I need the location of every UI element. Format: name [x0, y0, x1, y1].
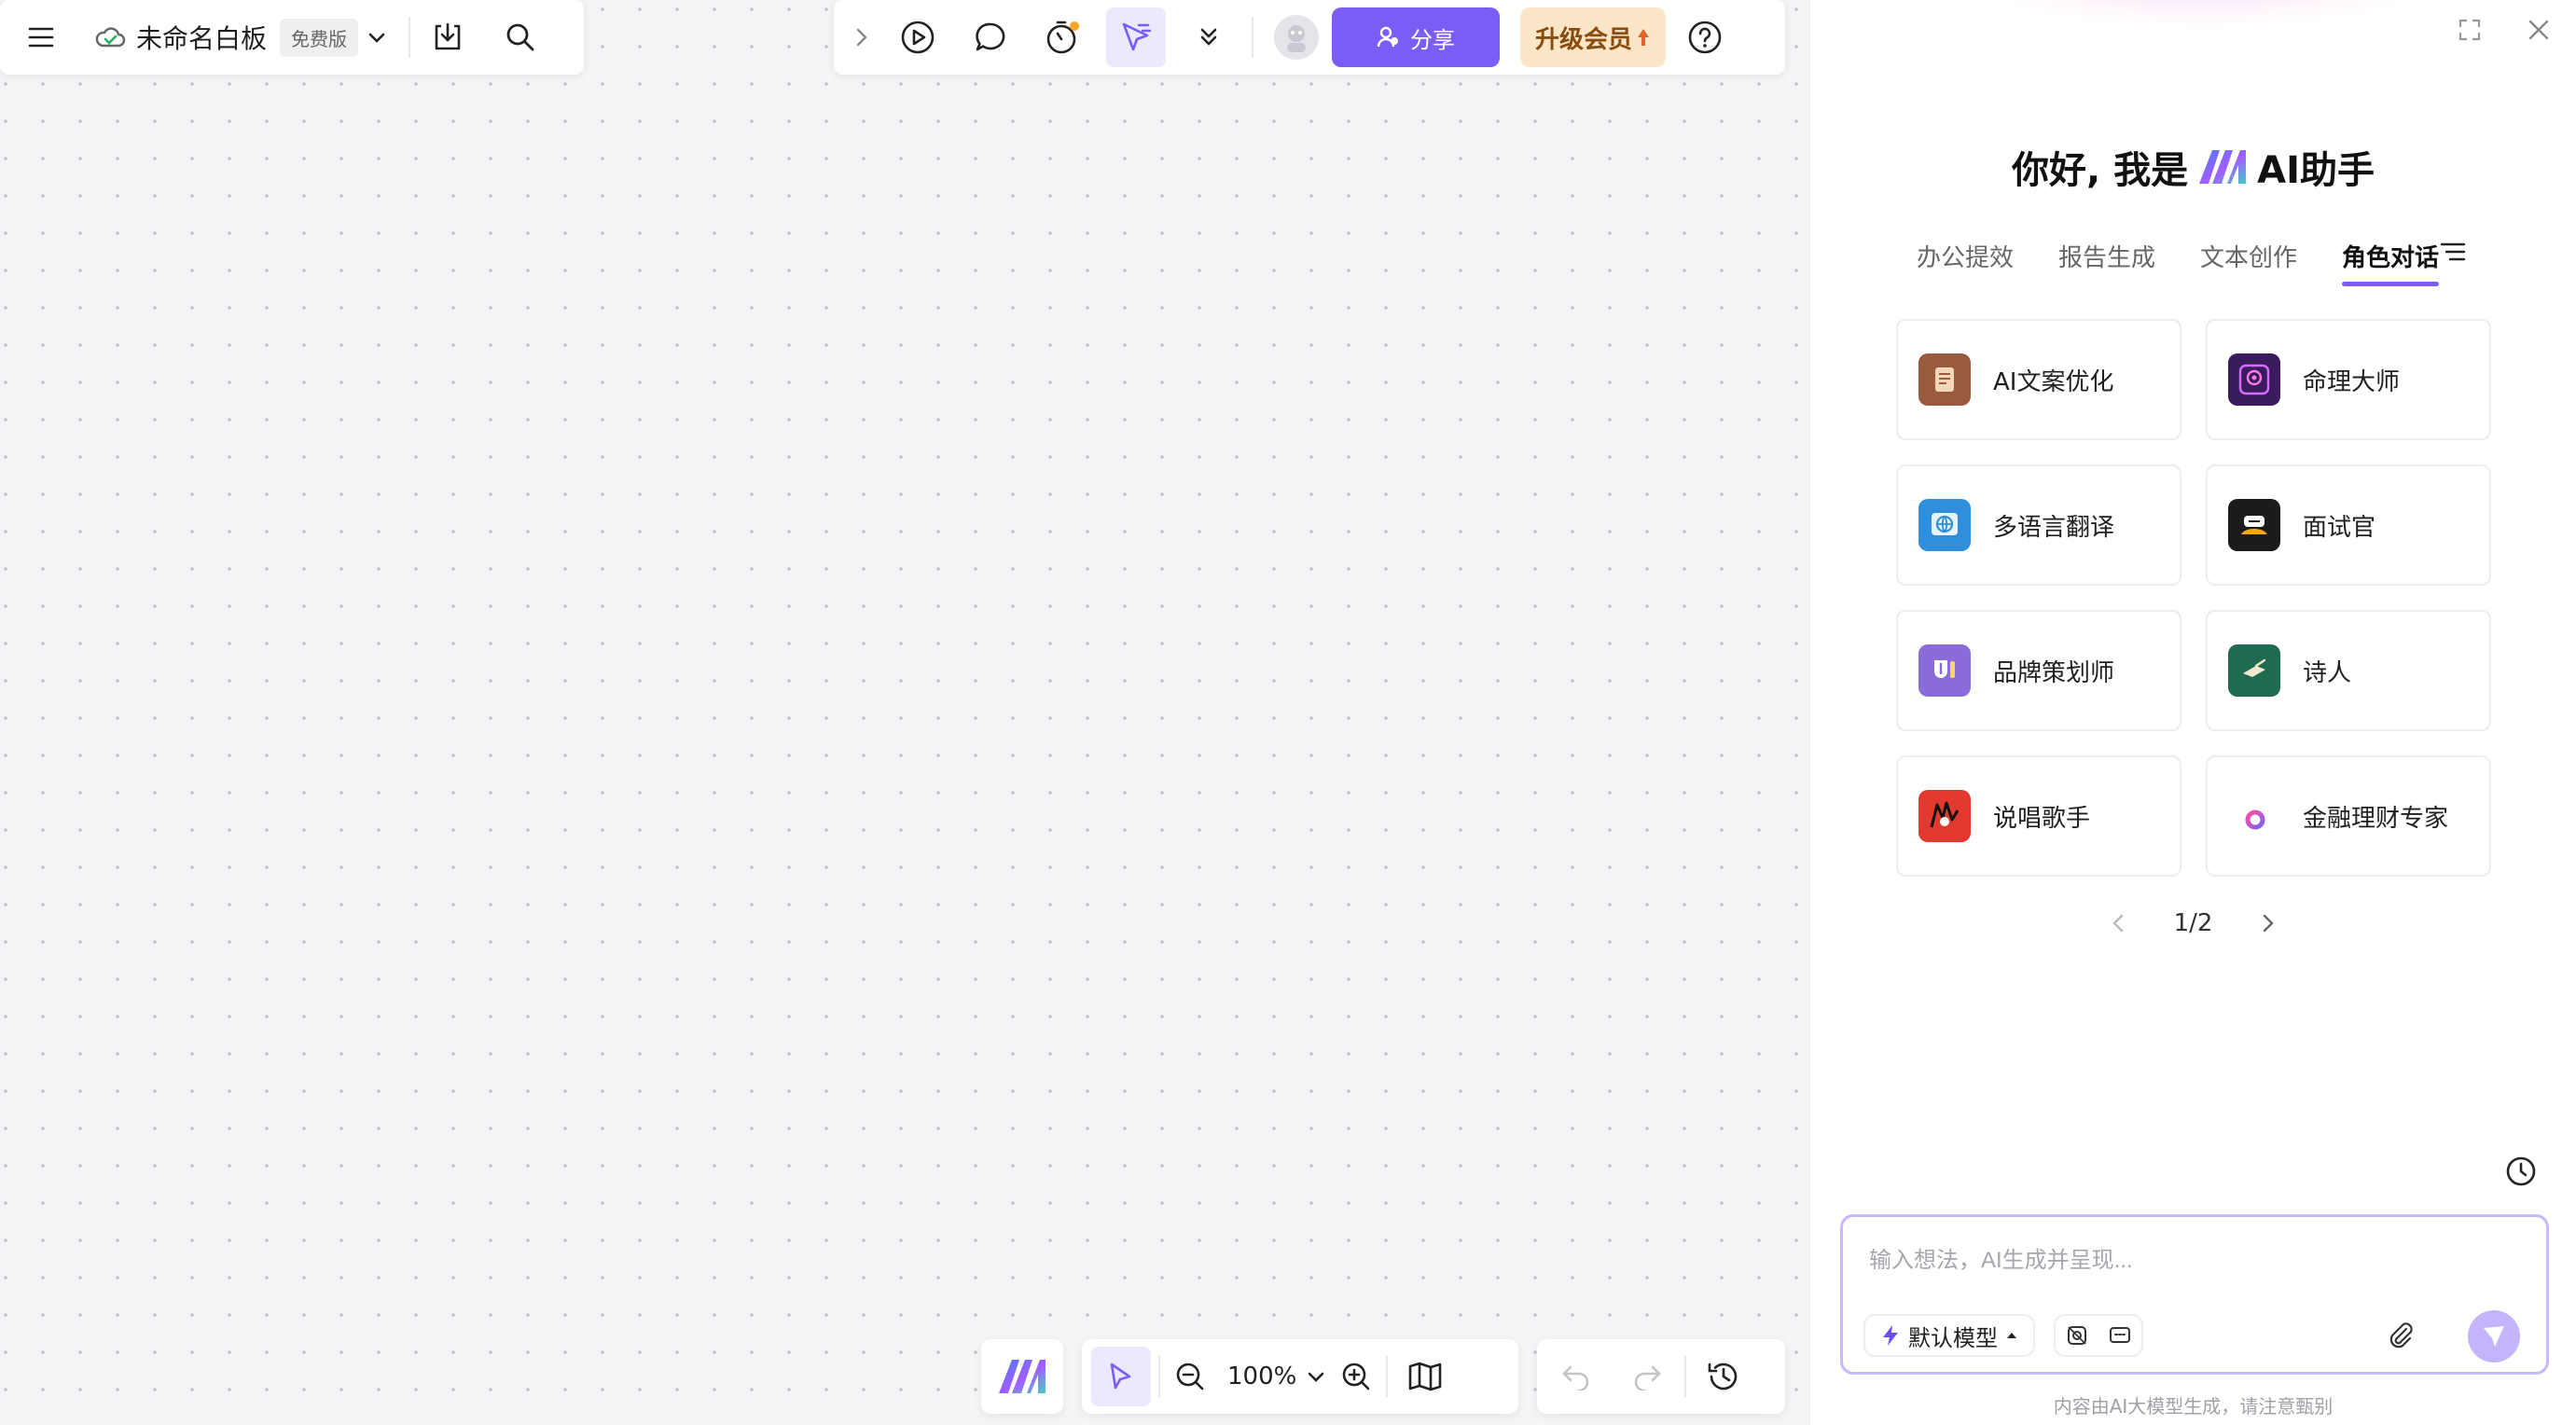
copywriting-icon — [1918, 353, 1971, 406]
share-button[interactable]: 分享 — [1332, 7, 1500, 67]
role-card-grid: AI文案优化 命理大师 多语言翻译 面试官 品牌策划师 诗人 说唱歌手 金融理财… — [1896, 319, 2491, 877]
role-card-label: 诗人 — [2303, 658, 2352, 687]
image-recognize-icon[interactable] — [2065, 1323, 2089, 1348]
upgrade-button[interactable]: 升级会员 — [1520, 7, 1666, 67]
role-card-label: AI文案优化 — [1993, 367, 2114, 396]
page-indicator: 1/2 — [2173, 909, 2213, 937]
close-icon[interactable] — [2520, 11, 2557, 48]
paperclip-icon[interactable] — [2386, 1320, 2416, 1349]
file-toolbar: 未命名白板 免费版 — [0, 0, 584, 75]
chevron-down-icon[interactable] — [366, 26, 388, 48]
pagination: 1/2 — [1810, 906, 2576, 940]
ai-assistant-panel: 你好, 我是 AI助手 办公提效 报告生成 文本创作 角色对话 AI文案优化 命… — [1809, 0, 2576, 1425]
menu-icon[interactable] — [11, 7, 71, 67]
zoom-level: 100% — [1227, 1363, 1297, 1390]
role-card-label: 金融理财专家 — [2303, 804, 2449, 833]
divider — [1684, 1356, 1686, 1397]
tab-report[interactable]: 报告生成 — [2058, 239, 2155, 286]
role-card-copywriting[interactable]: AI文案优化 — [1896, 319, 2181, 440]
comment-icon[interactable] — [961, 7, 1020, 67]
send-icon — [2484, 1326, 2504, 1347]
finance-icon — [2228, 790, 2280, 842]
tab-role-chat[interactable]: 角色对话 — [2342, 239, 2440, 286]
divider — [1386, 1356, 1389, 1397]
tab-writing[interactable]: 文本创作 — [2200, 239, 2297, 286]
zoom-toolbar: 100% — [1082, 1339, 1518, 1414]
role-card-fortune[interactable]: 命理大师 — [2206, 319, 2491, 440]
chevron-down-icon[interactable] — [1306, 1366, 1326, 1387]
download-icon[interactable] — [418, 7, 478, 67]
select-tool-icon[interactable] — [1091, 1347, 1151, 1406]
tab-office[interactable]: 办公提效 — [1917, 239, 2014, 286]
present-icon[interactable] — [888, 7, 948, 67]
zoom-out-icon[interactable] — [1168, 1347, 1212, 1406]
divider — [1252, 17, 1253, 58]
ai-logo-button[interactable] — [981, 1339, 1063, 1414]
add-user-icon — [1377, 26, 1398, 48]
divider — [1158, 1356, 1160, 1397]
greeting-prefix: 你好, 我是 — [2012, 149, 2189, 192]
share-label: 分享 — [1410, 26, 1455, 53]
divider — [409, 17, 411, 58]
clock-icon[interactable] — [2502, 1153, 2540, 1190]
list-menu-icon[interactable] — [2439, 239, 2467, 267]
search-icon[interactable] — [491, 7, 550, 67]
document-title[interactable]: 未命名白板 — [136, 19, 267, 56]
cloud-saved-icon — [93, 24, 127, 50]
chevron-right-icon[interactable] — [2251, 906, 2285, 940]
role-card-label: 面试官 — [2303, 513, 2376, 542]
greeting-suffix: AI助手 — [2257, 149, 2375, 192]
message-icon[interactable] — [2108, 1323, 2132, 1348]
role-card-interviewer[interactable]: 面试官 — [2206, 464, 2491, 586]
caret-up-icon — [2007, 1333, 2016, 1338]
input-tools — [2054, 1314, 2143, 1357]
greeting: 你好, 我是 AI助手 — [1810, 140, 2576, 194]
chat-input[interactable] — [1869, 1241, 2522, 1279]
model-label: 默认模型 — [1908, 1324, 1998, 1351]
ai-disclaimer: 内容由AI大模型生成，请注意甄别 — [2053, 1395, 2334, 1418]
avatar[interactable] — [1274, 15, 1319, 60]
plan-badge: 免费版 — [280, 18, 359, 57]
history-toolbar — [1537, 1339, 1785, 1414]
zoom-in-icon[interactable] — [1334, 1347, 1378, 1406]
chevron-left-icon[interactable] — [2101, 906, 2135, 940]
redo-icon[interactable] — [1617, 1347, 1677, 1406]
role-card-brand[interactable]: 品牌策划师 — [1896, 610, 2181, 731]
role-card-poet[interactable]: 诗人 — [2206, 610, 2491, 731]
chat-input-box: 默认模型 — [1840, 1214, 2549, 1375]
ai-logo-icon — [2199, 150, 2247, 184]
lightning-icon — [1883, 1325, 1898, 1346]
poet-icon — [2228, 644, 2280, 697]
brand-icon — [1918, 644, 1971, 697]
chevron-right-icon[interactable] — [843, 7, 880, 67]
category-tabs: 办公提效 报告生成 文本创作 角色对话 — [1917, 239, 2440, 286]
role-card-label: 品牌策划师 — [1993, 658, 2115, 687]
undo-icon[interactable] — [1546, 1347, 1606, 1406]
timer-icon[interactable] — [1033, 7, 1093, 67]
collab-toolbar: 分享 升级会员 — [834, 0, 1785, 75]
version-history-icon[interactable] — [1694, 1347, 1753, 1406]
role-card-rapper[interactable]: 说唱歌手 — [1896, 755, 2181, 877]
role-card-label: 命理大师 — [2303, 367, 2401, 396]
role-card-finance[interactable]: 金融理财专家 — [2206, 755, 2491, 877]
ai-logo-icon — [999, 1360, 1046, 1393]
map-icon[interactable] — [1395, 1347, 1455, 1406]
role-card-label: 说唱歌手 — [1993, 804, 2091, 833]
laser-pointer-icon[interactable] — [1106, 7, 1166, 67]
model-selector[interactable]: 默认模型 — [1863, 1314, 2035, 1357]
help-icon[interactable] — [1675, 7, 1735, 67]
decorative-glow — [1969, 0, 2435, 28]
role-card-label: 多语言翻译 — [1993, 513, 2115, 542]
send-button[interactable] — [2468, 1310, 2520, 1363]
arrow-up-icon — [1638, 29, 1649, 46]
rapper-icon — [1918, 790, 1971, 842]
interviewer-icon — [2228, 499, 2280, 551]
more-tools-icon[interactable] — [1179, 7, 1239, 67]
role-card-translate[interactable]: 多语言翻译 — [1896, 464, 2181, 586]
translate-icon — [1918, 499, 1971, 551]
upgrade-label: 升级会员 — [1534, 25, 1632, 54]
whiteboard-canvas[interactable] — [0, 0, 1809, 1425]
fortune-icon — [2228, 353, 2280, 406]
expand-icon[interactable] — [2451, 11, 2488, 48]
